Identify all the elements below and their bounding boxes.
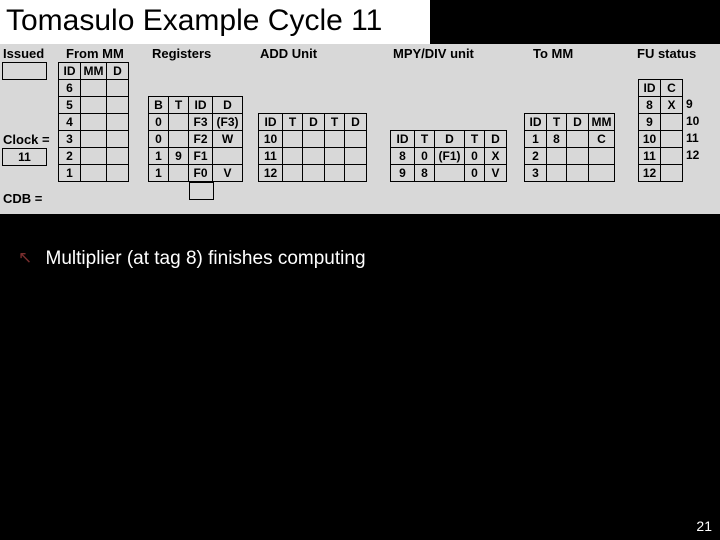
hdr-frommm: From MM xyxy=(66,46,124,61)
frommm-r2: 4 xyxy=(59,114,81,131)
hdr-addunit: ADD Unit xyxy=(260,46,317,61)
hdr-tomm: To MM xyxy=(533,46,573,61)
reg-h-d: D xyxy=(213,97,243,114)
fustatus-labels: 9 10 11 12 xyxy=(686,96,706,164)
slide-title: Tomasulo Example Cycle 11 xyxy=(0,0,430,44)
addunit-table: ID T D T D 10 11 12 xyxy=(258,113,367,182)
hdr-mpydiv: MPY/DIV unit xyxy=(393,46,474,61)
clock-box: 11 xyxy=(2,148,47,166)
frommm-h-id: ID xyxy=(59,63,81,80)
registers-table: B T ID D 0F3(F3) 0F2W 19F1 1F0V xyxy=(148,96,243,182)
issued-box xyxy=(2,62,47,80)
clock-value: 11 xyxy=(3,149,47,166)
hdr-registers: Registers xyxy=(152,46,211,61)
reg-h-id: ID xyxy=(189,97,213,114)
hdr-cdb: CDB = xyxy=(3,191,42,206)
frommm-r1: 5 xyxy=(59,97,81,114)
frommm-r0: 6 xyxy=(59,80,81,97)
tomm-table: ID T D MM 18C 2 3 xyxy=(524,113,615,182)
frommm-h-mm: MM xyxy=(81,63,107,80)
mpydiv-table: ID T D T D 80(F1)0X 980V xyxy=(390,130,507,182)
reg-h-t: T xyxy=(169,97,189,114)
tomasulo-diagram: Issued From MM Registers ADD Unit MPY/DI… xyxy=(0,44,720,214)
arrow-up-left-icon: ↖ xyxy=(18,248,32,268)
frommm-table: ID MM D 6 5 4 3 2 1 xyxy=(58,62,129,182)
hdr-issued: Issued xyxy=(3,46,44,61)
reg-h-b: B xyxy=(149,97,169,114)
bullet-row: ↖ Multiplier (at tag 8) finishes computi… xyxy=(0,248,720,270)
frommm-r3: 3 xyxy=(59,131,81,148)
registers-cdb-box xyxy=(189,182,214,200)
frommm-r4: 2 xyxy=(59,148,81,165)
frommm-r5: 1 xyxy=(59,165,81,182)
hdr-fustatus: FU status xyxy=(637,46,696,61)
fustatus-table: ID C 8X 9 10 11 12 xyxy=(638,79,683,182)
bullet-text: Multiplier (at tag 8) finishes computing xyxy=(46,248,366,269)
page-number: 21 xyxy=(696,518,712,534)
hdr-clock: Clock = xyxy=(3,132,50,147)
frommm-h-d: D xyxy=(107,63,129,80)
